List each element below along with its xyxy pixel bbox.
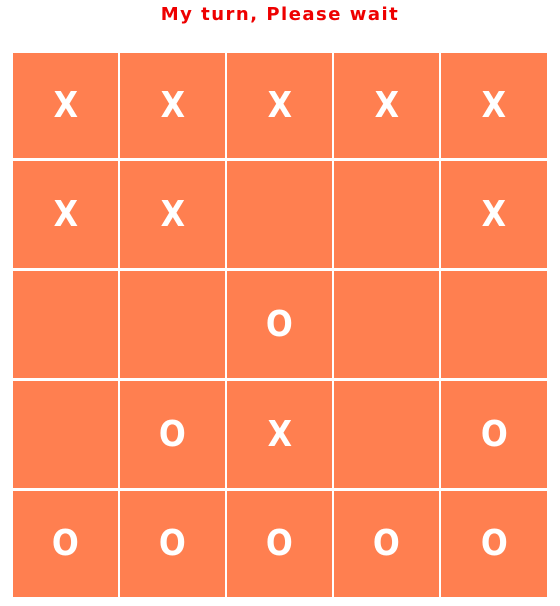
board-cell[interactable]: X — [441, 53, 547, 158]
board-cell[interactable]: O — [441, 491, 547, 597]
board-cell[interactable] — [13, 271, 118, 378]
cell-mark: X — [267, 84, 292, 126]
cell-mark: O — [159, 523, 186, 564]
board-cell[interactable]: X — [13, 53, 118, 158]
cell-mark: O — [159, 413, 186, 455]
cell-mark: X — [160, 193, 185, 235]
board-cell[interactable]: X — [13, 161, 118, 268]
board-cell[interactable]: O — [120, 381, 225, 488]
cell-mark: O — [373, 523, 400, 564]
cell-mark: X — [160, 84, 185, 126]
board-cell[interactable]: O — [120, 491, 225, 597]
cell-mark: O — [480, 523, 508, 564]
board-cell[interactable] — [13, 381, 118, 488]
board-cell[interactable]: O — [227, 271, 332, 378]
cell-mark: O — [266, 523, 293, 564]
board-cell[interactable] — [334, 381, 439, 488]
board-cell[interactable]: O — [227, 491, 332, 597]
board-cell[interactable]: X — [227, 53, 332, 158]
board-cell[interactable]: O — [13, 491, 118, 597]
board-cell[interactable] — [120, 271, 225, 378]
cell-mark: X — [53, 193, 78, 235]
board-cell[interactable]: X — [120, 53, 225, 158]
board-cell[interactable]: X — [441, 161, 547, 268]
game-board: X X X X X X X X O O X O O O O O O — [13, 53, 547, 597]
cell-mark: O — [266, 303, 293, 345]
board-cell[interactable] — [334, 161, 439, 268]
board-cell[interactable]: O — [441, 381, 547, 488]
cell-mark: X — [267, 413, 292, 455]
cell-mark: X — [481, 193, 507, 235]
board-cell[interactable]: O — [334, 491, 439, 597]
cell-mark: X — [374, 84, 399, 126]
board-cell[interactable] — [441, 271, 547, 378]
cell-mark: X — [53, 84, 78, 126]
board-cell[interactable]: X — [227, 381, 332, 488]
cell-mark: X — [481, 84, 507, 126]
board-cell[interactable]: X — [334, 53, 439, 158]
board-cell[interactable] — [227, 161, 332, 268]
turn-status: My turn, Please wait — [160, 4, 400, 25]
board-cell[interactable] — [334, 271, 439, 378]
cell-mark: O — [480, 413, 508, 455]
board-cell[interactable]: X — [120, 161, 225, 268]
cell-mark: O — [52, 523, 79, 564]
